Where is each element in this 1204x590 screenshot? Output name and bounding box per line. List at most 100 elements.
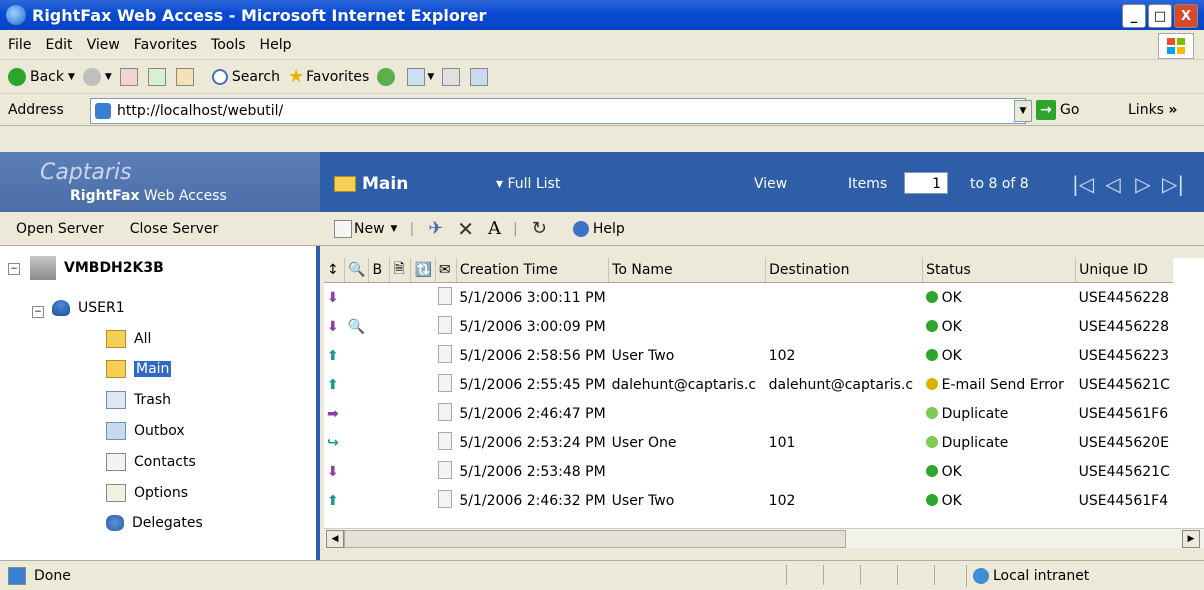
menu-help[interactable]: Help (260, 37, 292, 53)
status-cell: OK (923, 312, 1076, 341)
table-row[interactable]: ⬇ 5/1/2006 2:53:48 PM OK USE445621C (324, 457, 1173, 486)
scroll-left-button[interactable]: ◀ (326, 530, 344, 548)
delete-button[interactable]: ✕ (457, 217, 474, 241)
col-status-header[interactable]: Status (922, 258, 1077, 283)
menu-bar: File Edit View Favorites Tools Help (0, 30, 1204, 60)
view-link[interactable]: View (754, 176, 787, 192)
forward-arrow-icon (82, 67, 101, 86)
refresh-button[interactable] (147, 67, 168, 86)
table-row[interactable]: ⬆ 5/1/2006 2:46:32 PM User Two 102 OK USE4456… (324, 486, 1173, 515)
edit-button[interactable] (470, 67, 490, 86)
collapse-server-toggle[interactable]: − (8, 263, 20, 275)
open-server-button[interactable]: Open Server (16, 221, 104, 237)
horizontal-scrollbar[interactable]: ◀ ▶ (324, 528, 1204, 548)
col-unique-id-header[interactable]: Unique ID (1075, 258, 1173, 283)
priority-cell (411, 341, 435, 370)
col-billing-header[interactable]: B (368, 258, 391, 283)
doc-cell (390, 283, 411, 313)
folder-title: Main (334, 174, 408, 194)
new-button[interactable]: New ▼ (334, 219, 397, 238)
status-bar: Done Local intranet (0, 560, 1204, 590)
tree-folder-options[interactable]: Options (106, 484, 188, 502)
tree-folder-main[interactable]: Main (106, 360, 172, 378)
home-button[interactable] (175, 67, 196, 86)
forward-fax-icon: ✈ (428, 218, 444, 239)
col-to-name-header[interactable]: To Name (608, 258, 767, 283)
favorites-star-icon: ★ (287, 66, 305, 87)
first-page-button[interactable]: |◁ (1068, 172, 1098, 196)
table-row[interactable]: ➡ 5/1/2006 2:46:47 PM Duplicate USE44561F6 (324, 399, 1173, 428)
prev-page-button[interactable]: ◁ (1098, 172, 1128, 196)
go-button[interactable]: → Go (1036, 100, 1079, 120)
back-button[interactable]: Back ▼ (8, 67, 75, 86)
minimize-button[interactable]: _ (1122, 4, 1146, 28)
maximize-button[interactable]: □ (1148, 4, 1172, 28)
intranet-icon (973, 568, 989, 584)
col-type-header[interactable]: ✉ (435, 258, 457, 283)
unique-id-cell: USE445621C (1078, 376, 1170, 393)
col-destination-header[interactable]: Destination (765, 258, 924, 283)
col-direction-header[interactable]: ↕ (324, 258, 345, 283)
close-window-button[interactable]: X (1174, 4, 1198, 28)
security-zone: Local intranet (966, 565, 1089, 587)
tree-folder-delegates[interactable]: Delegates (106, 515, 203, 531)
menu-view[interactable]: View (87, 37, 120, 53)
menu-favorites[interactable]: Favorites (134, 37, 197, 53)
refresh-list-icon: ↻ (531, 218, 547, 239)
collapse-user-toggle[interactable]: − (32, 306, 44, 318)
table-row[interactable]: ⬇ 5/1/2006 3:00:11 PM OK USE4456228 (324, 283, 1173, 313)
fax-document-icon (438, 286, 453, 305)
favorites-button[interactable]: ★ Favorites (288, 66, 369, 87)
forward-button[interactable]: ▼ (82, 67, 112, 86)
status-text: OK (941, 318, 962, 335)
search-button[interactable]: Search (211, 68, 280, 85)
menu-file[interactable]: File (8, 37, 31, 53)
history-button[interactable] (377, 67, 399, 86)
scroll-thumb[interactable] (344, 530, 846, 548)
table-row[interactable]: ⬆ 5/1/2006 2:58:56 PM User Two 102 OK USE4456… (324, 341, 1173, 370)
home-icon (175, 67, 194, 86)
tree-folder-outbox[interactable]: Outbox (106, 422, 185, 440)
billing-cell (369, 283, 390, 313)
address-input[interactable]: http://localhost/webutil/ (90, 98, 1026, 124)
viewed-cell (345, 428, 369, 457)
stop-button[interactable] (119, 67, 140, 86)
col-viewed-header[interactable]: 🔍 (344, 258, 370, 283)
full-list-dropdown[interactable]: ▾ Full List (496, 176, 560, 192)
tree-folder-all[interactable]: All (106, 330, 151, 348)
ocr-button[interactable]: A (488, 218, 501, 239)
tree-folder-trash[interactable]: Trash (106, 391, 171, 409)
print-button[interactable] (442, 67, 462, 86)
last-page-button[interactable]: ▷| (1158, 172, 1188, 196)
forward-fax-button[interactable]: ✈ (428, 218, 443, 239)
menu-tools[interactable]: Tools (211, 37, 246, 53)
col-priority-header[interactable]: 🔃 (410, 258, 436, 283)
table-row[interactable]: ⬆ 5/1/2006 2:55:45 PM dalehunt@captaris.c d… (324, 370, 1173, 399)
destination-cell (766, 312, 923, 341)
col-creation-time-header[interactable]: Creation Time (456, 258, 610, 283)
tree-server[interactable]: VMBDH2K3B (30, 256, 164, 280)
type-cell (435, 428, 456, 457)
table-row[interactable]: ↪ 5/1/2006 2:53:24 PM User One 101 Duplicate… (324, 428, 1173, 457)
tree-user[interactable]: USER1 (52, 300, 125, 316)
destination-cell: 102 (768, 347, 796, 364)
tree-folder-contacts[interactable]: Contacts (106, 453, 196, 471)
viewed-cell (345, 283, 369, 313)
help-button[interactable]: Help (572, 220, 625, 237)
refresh-list-button[interactable]: ↻ (532, 218, 547, 239)
table-row[interactable]: ⬇ 🔍 5/1/2006 3:00:09 PM OK USE4456228 (324, 312, 1173, 341)
edit-icon (470, 67, 489, 86)
status-indicator-icon (925, 319, 938, 332)
address-dropdown-button[interactable]: ▼ (1014, 100, 1032, 122)
direction-cell: ⬆ (324, 486, 345, 515)
links-button[interactable]: Links » (1128, 102, 1177, 118)
viewed-cell: 🔍 (347, 318, 365, 335)
fax-document-icon (438, 344, 453, 363)
next-page-button[interactable]: ▷ (1128, 172, 1158, 196)
menu-edit[interactable]: Edit (45, 37, 72, 53)
close-server-button[interactable]: Close Server (130, 221, 219, 237)
scroll-right-button[interactable]: ▶ (1182, 530, 1200, 548)
mail-button[interactable]: ▼ (407, 67, 434, 86)
col-doc-header[interactable]: 🗎 (389, 258, 412, 283)
page-number-input[interactable]: 1 (904, 172, 948, 194)
